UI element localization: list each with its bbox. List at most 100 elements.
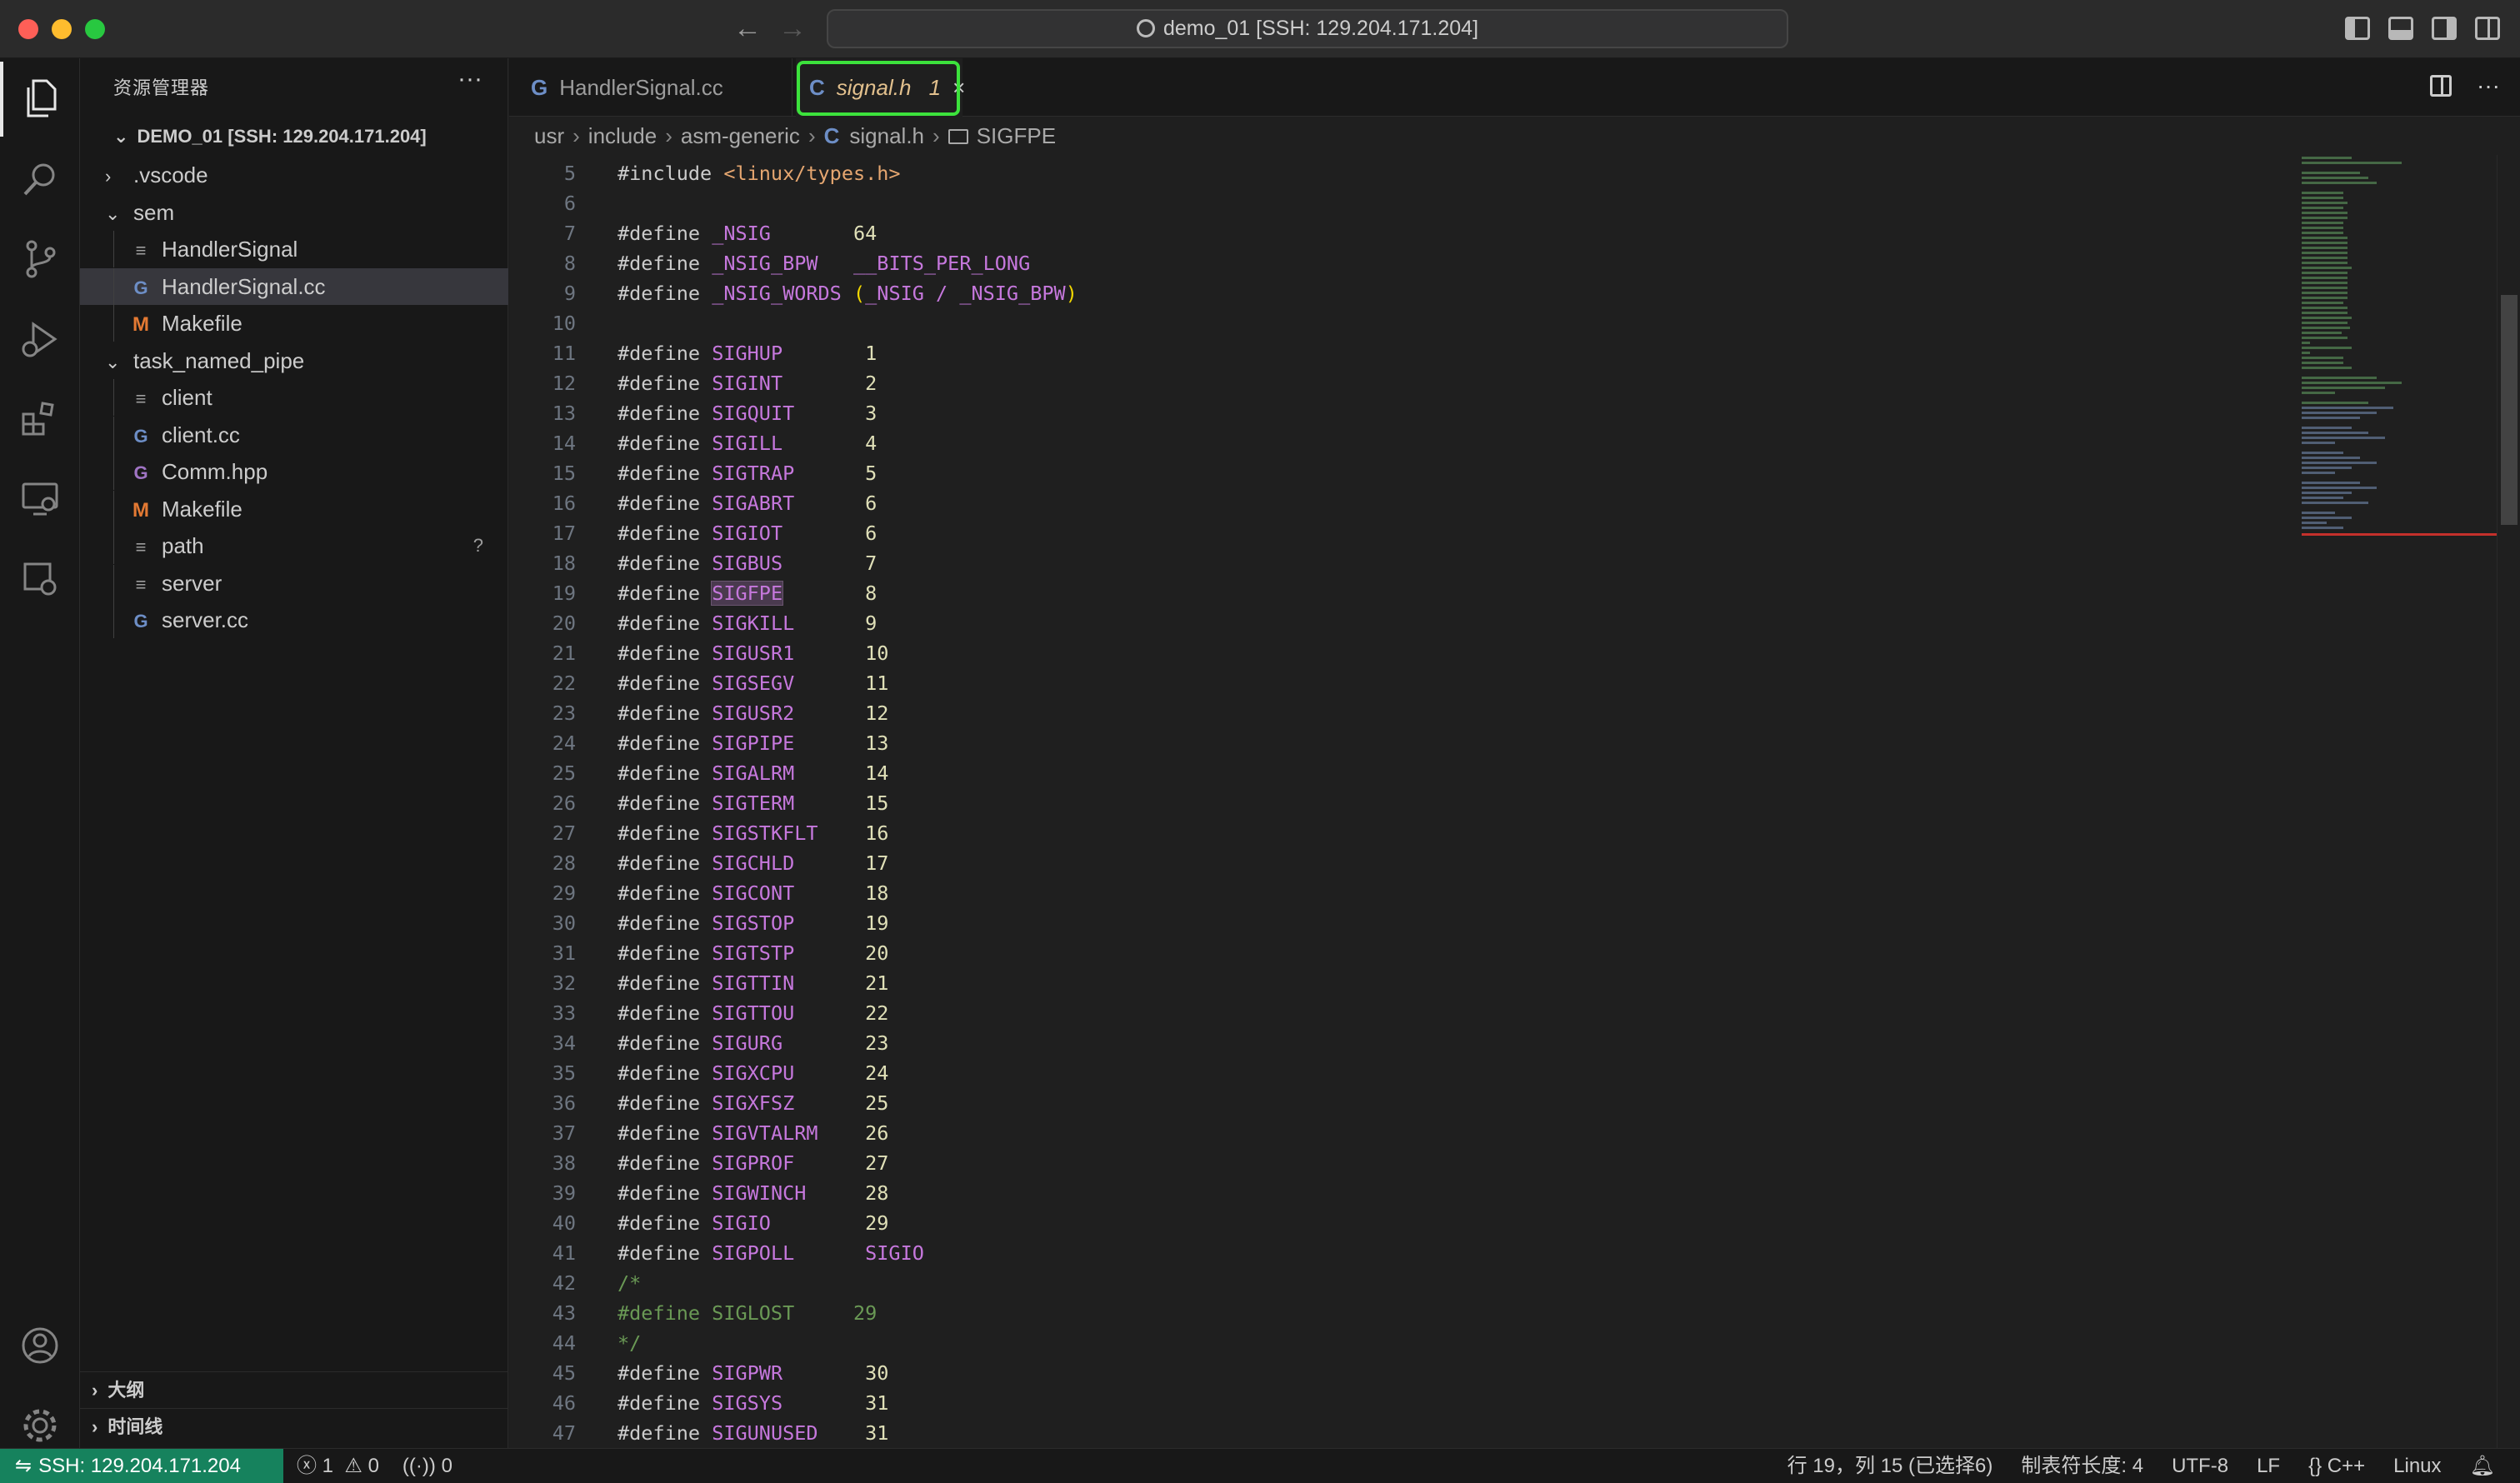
tab-handlersignal-cc[interactable]: G HandlerSignal.cc	[509, 58, 792, 117]
macro-name: SIGABRT	[712, 492, 795, 515]
minimize-window-button[interactable]	[52, 19, 72, 39]
editor-scrollbar[interactable]	[2497, 155, 2520, 1448]
file-label: server	[162, 570, 222, 596]
run-debug-icon[interactable]	[0, 302, 80, 377]
line-number: 24	[552, 732, 576, 755]
makefile-icon: M	[132, 498, 149, 522]
workspace-root[interactable]: ⌄ DEMO_01 [SSH: 129.204.171.204]	[80, 120, 508, 153]
breadcrumb-item[interactable]: include	[588, 123, 657, 148]
line-number: 33	[552, 1001, 576, 1025]
line-number: 47	[552, 1421, 576, 1445]
file-item[interactable]: ≡ client	[80, 379, 508, 416]
minimap[interactable]	[2293, 155, 2497, 555]
file-item[interactable]: G Comm.hpp	[80, 453, 508, 490]
file-item[interactable]: ≡ HandlerSignal	[80, 231, 508, 267]
folder-item[interactable]: ⌄ task_named_pipe	[80, 342, 508, 379]
file-item[interactable]: M Makefile	[80, 305, 508, 342]
remote-indicator[interactable]: ⇋ SSH: 129.204.171.204	[0, 1449, 283, 1483]
minimap-line	[2302, 427, 2352, 429]
file-item[interactable]: Gclient.cc	[80, 416, 508, 453]
minimap-line	[2302, 367, 2352, 369]
macro-value: SIGIO	[865, 1241, 924, 1265]
file-item[interactable]: M Makefile	[80, 490, 508, 527]
more-actions-icon[interactable]: ···	[458, 65, 482, 93]
forward-arrow-icon[interactable]: →	[778, 12, 807, 45]
breadcrumb-item[interactable]: SIGFPE	[977, 123, 1056, 148]
toggle-secondary-sidebar-icon[interactable]	[2432, 17, 2457, 40]
breadcrumb-item[interactable]: asm-generic	[681, 123, 800, 148]
macro-value: 15	[865, 791, 889, 815]
macro-name: SIGTSTP	[712, 941, 795, 965]
folder-item[interactable]: › .vscode	[80, 157, 508, 193]
minimap-line	[2302, 392, 2335, 394]
line-number: 44	[552, 1331, 576, 1355]
platform[interactable]: Linux	[2393, 1449, 2441, 1483]
macro-name: SIGSTKFLT	[712, 821, 818, 845]
toggle-panel-icon[interactable]	[2388, 17, 2413, 40]
code-editor[interactable]: 5 #include <linux/types.h> 6 7 #define _NSIG…	[509, 155, 2520, 1448]
customize-layout-icon[interactable]	[2475, 17, 2500, 40]
problems-indicator[interactable]: ⓧ 1 ⚠ 0	[297, 1449, 379, 1483]
code-line: 20 #define SIGKILL 9	[509, 608, 2259, 638]
macro-value: 5	[865, 462, 878, 485]
code-line: 24 #define SIGPIPE 13	[509, 728, 2259, 758]
minimap-line	[2302, 492, 2352, 494]
line-number: 36	[552, 1091, 576, 1115]
account-icon[interactable]	[0, 1308, 80, 1383]
search-icon[interactable]	[0, 142, 80, 217]
encoding[interactable]: UTF-8	[2172, 1449, 2228, 1483]
end-of-line[interactable]: LF	[2257, 1449, 2280, 1483]
macro-name: SIGILL	[712, 432, 783, 455]
macro-value: 3	[865, 402, 878, 425]
macro-value: 6	[865, 492, 878, 515]
command-center[interactable]: demo_01 [SSH: 129.204.171.204]	[827, 9, 1788, 48]
macro-value: 11	[865, 672, 889, 695]
breadcrumb-item[interactable]: signal.h	[849, 123, 924, 148]
file-item[interactable]: ≡ path?	[80, 527, 508, 564]
more-actions-icon[interactable]: ···	[2477, 74, 2500, 97]
indent-guide	[113, 602, 114, 638]
line-content: #define SIGURG 23	[618, 1028, 888, 1058]
back-arrow-icon[interactable]: ←	[733, 12, 762, 45]
line-content: #define SIGXFSZ 25	[618, 1088, 888, 1118]
file-item[interactable]: ≡ server	[80, 564, 508, 602]
folder-item[interactable]: ⌄ sem	[80, 194, 508, 231]
macro-value: __BITS_PER_LONG	[853, 252, 1031, 275]
line-number: 7	[563, 222, 576, 245]
source-control-icon[interactable]	[0, 222, 80, 297]
warning-icon: ⚠	[344, 1455, 362, 1477]
code-line: 5 #include <linux/types.h>	[509, 158, 2259, 188]
maximize-window-button[interactable]	[85, 19, 105, 39]
toggle-primary-sidebar-icon[interactable]	[2345, 17, 2370, 40]
bell-icon[interactable]: 🔔︎	[2470, 1449, 2495, 1483]
minimap-line	[2302, 352, 2310, 354]
remote-explorer-icon[interactable]	[0, 462, 80, 537]
text-file-icon: ≡	[135, 240, 147, 261]
explorer-icon[interactable]	[0, 62, 80, 137]
define-keyword: #define	[618, 1091, 701, 1115]
macro-value: 9	[865, 612, 878, 635]
indent-guide	[113, 231, 114, 267]
split-editor-icon[interactable]	[2430, 75, 2452, 97]
file-item[interactable]: G HandlerSignal.cc	[80, 267, 508, 305]
macro-value: 64	[853, 222, 878, 245]
language-mode[interactable]: {} C++	[2308, 1449, 2365, 1483]
minimap-line	[2302, 357, 2343, 359]
macro-name: SIGPOLL	[712, 1241, 795, 1265]
cursor-position[interactable]: 行 19，列 15 (已选择6)	[1788, 1449, 1993, 1483]
file-item[interactable]: Gserver.cc	[80, 602, 508, 638]
ports-indicator[interactable]: ((·)) 0	[402, 1449, 452, 1483]
breadcrumb-item[interactable]: usr	[534, 123, 564, 148]
scrollbar-thumb[interactable]	[2501, 295, 2518, 525]
code-line: 26 #define SIGTERM 15	[509, 788, 2259, 818]
close-window-button[interactable]	[18, 19, 38, 39]
tab-size[interactable]: 制表符长度: 4	[2021, 1449, 2143, 1483]
define-keyword: #define	[618, 761, 701, 785]
define-keyword: #define	[618, 372, 701, 395]
code-line: 6	[509, 188, 2259, 218]
extensions-icon[interactable]	[0, 382, 80, 457]
outline-section[interactable]: › 大纲	[80, 1371, 508, 1408]
minimap-line	[2302, 237, 2348, 239]
timeline-section[interactable]: › 时间线	[80, 1408, 508, 1445]
ssh-settings-icon[interactable]	[0, 542, 80, 617]
